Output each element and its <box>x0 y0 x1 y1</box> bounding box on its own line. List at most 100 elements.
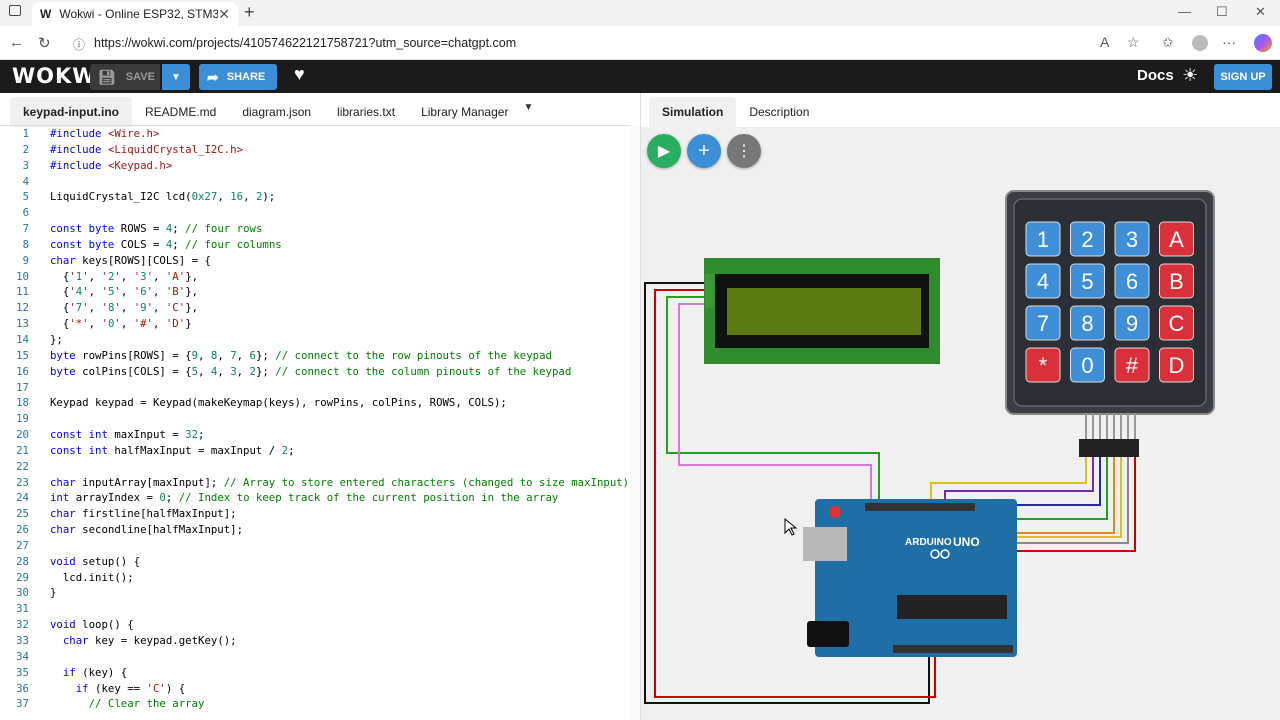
back-icon[interactable]: ← <box>9 34 24 51</box>
more-menu-button[interactable]: ⋮ <box>727 134 761 168</box>
maximize-icon[interactable]: ☐ <box>1216 4 1228 20</box>
editor-tab-keypad-input-ino[interactable]: keypad-input.ino <box>10 97 132 127</box>
code-line[interactable]: 12 {'7', '8', '9', 'C'}, <box>0 300 640 316</box>
docs-link[interactable]: Docs <box>1137 67 1174 84</box>
close-tab-icon[interactable]: ✕ <box>218 6 230 23</box>
code-line[interactable]: 21 const int halfMaxInput = maxInput / 2; <box>0 443 640 459</box>
code-text: const int halfMaxInput = maxInput / 2; <box>50 443 295 457</box>
code-line[interactable]: 9 char keys[ROWS][COLS] = { <box>0 253 640 269</box>
code-line[interactable]: 8 const byte COLS = 4; // four columns <box>0 237 640 253</box>
code-line[interactable]: 26 char secondline[halfMaxInput]; <box>0 522 640 538</box>
theme-toggle-sun-icon[interactable]: ☀ <box>1182 65 1198 86</box>
code-line[interactable]: 35 if (key) { <box>0 665 640 681</box>
code-line[interactable]: 30} <box>0 585 640 601</box>
code-line[interactable]: 11 {'4', '5', '6', 'B'}, <box>0 284 640 300</box>
more-options-icon[interactable]: ··· <box>1222 34 1236 50</box>
editor-tabs-dropdown-icon[interactable]: ▼ <box>523 102 533 127</box>
code-line[interactable]: 4 <box>0 174 640 190</box>
keypad-key-8[interactable]: 8 <box>1070 305 1105 341</box>
circuit-diagram[interactable]: 1 2 3 A 4 5 6 B 7 8 9 C * 0 # D ARDUINO UNO <box>641 93 1280 720</box>
signup-button[interactable]: SIGN UP <box>1214 64 1272 90</box>
keypad-key-3[interactable]: 3 <box>1114 221 1150 257</box>
code-text: {'4', '5', '6', 'B'}, <box>50 285 199 299</box>
svg-text:#: # <box>1126 353 1139 378</box>
editor-tab-libraries-txt[interactable]: libraries.txt <box>324 97 408 127</box>
code-line[interactable]: 23 char inputArray[maxInput]; // Array to… <box>0 475 640 491</box>
keypad-key-B[interactable]: B <box>1159 263 1194 299</box>
code-text: char firstline[halfMaxInput]; <box>50 507 237 521</box>
line-number: 28 <box>16 554 29 568</box>
keypad-key-2[interactable]: 2 <box>1070 221 1105 257</box>
favorite-star-icon[interactable]: ☆ <box>1127 34 1140 51</box>
code-line[interactable]: 6 <box>0 205 640 221</box>
read-aloud-icon[interactable]: A <box>1100 34 1109 50</box>
url-field[interactable]: ⓘ https://wokwi.com/projects/41057462212… <box>64 30 1154 56</box>
keypad-key-A[interactable]: A <box>1159 221 1194 257</box>
copilot-icon[interactable] <box>1254 34 1272 52</box>
keypad-key-*[interactable]: * <box>1025 347 1061 383</box>
browser-tab-title: Wokwi - Online ESP32, STM32, Ar <box>59 7 219 21</box>
code-line[interactable]: 1 #include <Wire.h> <box>0 126 640 142</box>
editor-tab-diagram-json[interactable]: diagram.json <box>229 97 324 127</box>
code-line[interactable]: 10 {'1', '2', '3', 'A'}, <box>0 269 640 285</box>
editor-tab-readme-md[interactable]: README.md <box>132 97 229 127</box>
editor-scrollbar[interactable] <box>630 125 640 720</box>
favorites-icon[interactable]: ✩ <box>1162 34 1174 51</box>
keypad-key-1[interactable]: 1 <box>1025 221 1061 257</box>
code-line[interactable]: 29 lcd.init(); <box>0 570 640 586</box>
browser-tabbar: W Wokwi - Online ESP32, STM32, Ar ✕ + — … <box>0 0 1280 26</box>
new-tab-icon[interactable]: + <box>244 2 255 23</box>
minimize-icon[interactable]: — <box>1178 4 1191 19</box>
code-line[interactable]: 33 char key = keypad.getKey(); <box>0 633 640 649</box>
keypad-key-9[interactable]: 9 <box>1114 305 1150 341</box>
code-line[interactable]: 14}; <box>0 332 640 348</box>
start-simulation-button[interactable]: ▶ <box>647 134 681 168</box>
keypad-key-7[interactable]: 7 <box>1025 305 1061 341</box>
code-line[interactable]: 16 byte colPins[COLS] = {5, 4, 3, 2}; // … <box>0 364 640 380</box>
code-line[interactable]: 32 void loop() { <box>0 617 640 633</box>
code-line[interactable]: 5 LiquidCrystal_I2C lcd(0x27, 16, 2); <box>0 189 640 205</box>
code-area[interactable]: 1 #include <Wire.h> 2 #include <LiquidCryst… <box>0 125 640 720</box>
window-close-icon[interactable]: ✕ <box>1255 4 1266 20</box>
code-line[interactable]: 3 #include <Keypad.h> <box>0 158 640 174</box>
code-line[interactable]: 20 const int maxInput = 32; <box>0 427 640 443</box>
editor-tab-library-manager[interactable]: Library Manager <box>408 97 521 127</box>
keypad-key-#[interactable]: # <box>1114 347 1150 383</box>
code-line[interactable]: 28 void setup() { <box>0 554 640 570</box>
save-label: SAVE <box>125 71 155 83</box>
code-text: const byte COLS = 4; // four columns <box>50 237 282 251</box>
keypad-key-5[interactable]: 5 <box>1070 263 1105 299</box>
code-line[interactable]: 22 <box>0 459 640 475</box>
site-info-icon[interactable]: ⓘ <box>73 36 85 53</box>
code-line[interactable]: 15 byte rowPins[ROWS] = {9, 8, 7, 6}; // … <box>0 348 640 364</box>
profile-avatar[interactable] <box>1192 35 1208 51</box>
code-line[interactable]: 24 int arrayIndex = 0; // Index to keep t… <box>0 490 640 506</box>
code-line[interactable]: 25 char firstline[halfMaxInput]; <box>0 506 640 522</box>
like-heart-icon[interactable]: ♥ <box>294 64 305 85</box>
code-line[interactable]: 13 {'*', '0', '#', 'D'} <box>0 316 640 332</box>
code-line[interactable]: 7 const byte ROWS = 4; // four rows <box>0 221 640 237</box>
code-line[interactable]: 2 #include <LiquidCrystal_I2C.h> <box>0 142 640 158</box>
keypad-key-C[interactable]: C <box>1159 305 1194 341</box>
code-text: char keys[ROWS][COLS] = { <box>50 253 211 267</box>
line-number: 19 <box>16 412 29 426</box>
keypad-key-4[interactable]: 4 <box>1025 263 1061 299</box>
add-part-button[interactable]: + <box>687 134 721 168</box>
keypad-key-0[interactable]: 0 <box>1070 347 1105 383</box>
code-line[interactable]: 19 <box>0 411 640 427</box>
code-line[interactable]: 36 if (key == 'C') { <box>0 681 640 697</box>
keypad-key-6[interactable]: 6 <box>1114 263 1150 299</box>
code-line[interactable]: 34 <box>0 649 640 665</box>
code-line[interactable]: 37 // Clear the array <box>0 696 640 712</box>
browser-tab[interactable]: W Wokwi - Online ESP32, STM32, Ar ✕ <box>32 2 238 26</box>
tab-actions-icon[interactable] <box>9 5 21 16</box>
save-button[interactable]: 💾︎ SAVE <box>90 64 160 90</box>
save-dropdown-button[interactable]: ▼ <box>162 64 190 90</box>
share-button[interactable]: ➦ SHARE <box>199 64 277 90</box>
code-line[interactable]: 17 <box>0 380 640 396</box>
code-line[interactable]: 31 <box>0 601 640 617</box>
reload-icon[interactable]: ↻ <box>38 34 51 52</box>
code-line[interactable]: 27 <box>0 538 640 554</box>
code-line[interactable]: 18 Keypad keypad = Keypad(makeKeymap(keys… <box>0 395 640 411</box>
keypad-key-D[interactable]: D <box>1159 347 1194 383</box>
